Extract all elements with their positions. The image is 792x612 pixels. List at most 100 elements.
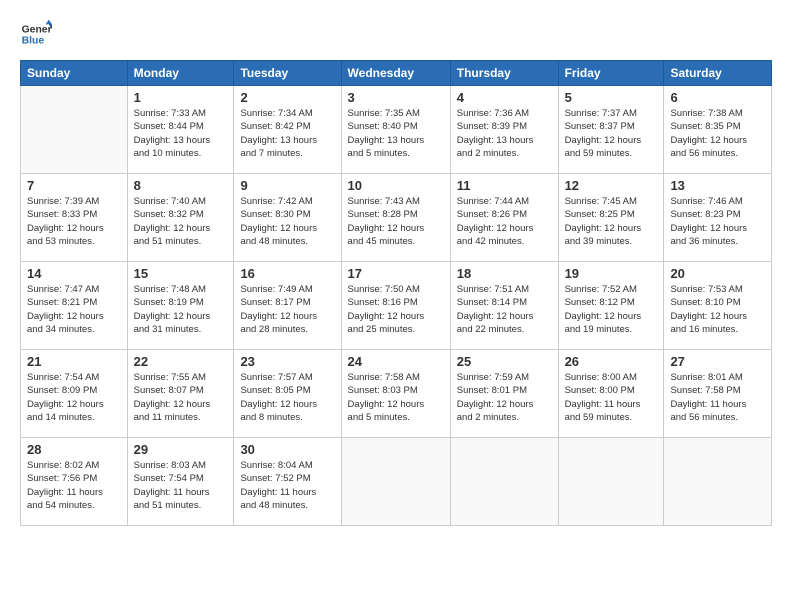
day-info: Sunrise: 8:00 AM Sunset: 8:00 PM Dayligh…	[565, 371, 658, 424]
calendar-cell: 7Sunrise: 7:39 AM Sunset: 8:33 PM Daylig…	[21, 174, 128, 262]
day-number: 13	[670, 178, 765, 193]
calendar-cell	[21, 86, 128, 174]
day-number: 28	[27, 442, 121, 457]
day-number: 20	[670, 266, 765, 281]
day-info: Sunrise: 7:44 AM Sunset: 8:26 PM Dayligh…	[457, 195, 552, 248]
day-number: 10	[348, 178, 444, 193]
calendar-week-3: 14 Sunrise: 7:47 AM Sunset: 8:21 PM Dayli…	[21, 262, 772, 350]
calendar-cell: 21 Sunrise: 7:54 AM Sunset: 8:09 PM Dayli…	[21, 350, 128, 438]
calendar-header-friday: Friday	[558, 61, 664, 86]
calendar-cell: 24 Sunrise: 7:58 AM Sunset: 8:03 PM Dayli…	[341, 350, 450, 438]
calendar-cell: 29 Sunrise: 8:03 AM Sunset: 7:54 PM Dayli…	[127, 438, 234, 526]
calendar-cell: 19Sunrise: 7:52 AM Sunset: 8:12 PM Dayli…	[558, 262, 664, 350]
day-info: Sunrise: 7:34 AM Sunset: 8:42 PM Dayligh…	[240, 107, 334, 160]
calendar-cell: 4 Sunrise: 7:36 AM Sunset: 8:39 PM Daylig…	[450, 86, 558, 174]
day-number: 11	[457, 178, 552, 193]
calendar-cell	[558, 438, 664, 526]
day-number: 1	[134, 90, 228, 105]
calendar-cell: 11 Sunrise: 7:44 AM Sunset: 8:26 PM Dayli…	[450, 174, 558, 262]
calendar-cell: 18 Sunrise: 7:51 AM Sunset: 8:14 PM Dayli…	[450, 262, 558, 350]
day-number: 26	[565, 354, 658, 369]
day-info: Sunrise: 7:53 AM Sunset: 8:10 PM Dayligh…	[670, 283, 765, 336]
calendar-cell: 9 Sunrise: 7:42 AM Sunset: 8:30 PM Daylig…	[234, 174, 341, 262]
calendar-header-thursday: Thursday	[450, 61, 558, 86]
calendar-cell: 14 Sunrise: 7:47 AM Sunset: 8:21 PM Dayli…	[21, 262, 128, 350]
calendar-cell: 8 Sunrise: 7:40 AM Sunset: 8:32 PM Daylig…	[127, 174, 234, 262]
calendar-cell	[664, 438, 772, 526]
day-number: 23	[240, 354, 334, 369]
page-header: General Blue	[20, 18, 772, 50]
calendar-cell: 15 Sunrise: 7:48 AM Sunset: 8:19 PM Dayli…	[127, 262, 234, 350]
calendar-cell	[341, 438, 450, 526]
calendar-cell: 25Sunrise: 7:59 AM Sunset: 8:01 PM Dayli…	[450, 350, 558, 438]
day-info: Sunrise: 7:48 AM Sunset: 8:19 PM Dayligh…	[134, 283, 228, 336]
day-info: Sunrise: 7:50 AM Sunset: 8:16 PM Dayligh…	[348, 283, 444, 336]
day-info: Sunrise: 7:38 AM Sunset: 8:35 PM Dayligh…	[670, 107, 765, 160]
day-info: Sunrise: 7:43 AM Sunset: 8:28 PM Dayligh…	[348, 195, 444, 248]
day-info: Sunrise: 7:58 AM Sunset: 8:03 PM Dayligh…	[348, 371, 444, 424]
day-number: 19	[565, 266, 658, 281]
day-number: 29	[134, 442, 228, 457]
day-info: Sunrise: 8:04 AM Sunset: 7:52 PM Dayligh…	[240, 459, 334, 512]
calendar-week-2: 7Sunrise: 7:39 AM Sunset: 8:33 PM Daylig…	[21, 174, 772, 262]
day-info: Sunrise: 7:40 AM Sunset: 8:32 PM Dayligh…	[134, 195, 228, 248]
logo: General Blue	[20, 18, 52, 50]
calendar-cell: 23 Sunrise: 7:57 AM Sunset: 8:05 PM Dayli…	[234, 350, 341, 438]
day-info: Sunrise: 7:59 AM Sunset: 8:01 PM Dayligh…	[457, 371, 552, 424]
day-info: Sunrise: 7:33 AM Sunset: 8:44 PM Dayligh…	[134, 107, 228, 160]
day-number: 8	[134, 178, 228, 193]
day-number: 2	[240, 90, 334, 105]
logo-icon: General Blue	[20, 18, 52, 50]
svg-text:Blue: Blue	[22, 36, 45, 47]
calendar-cell: 20 Sunrise: 7:53 AM Sunset: 8:10 PM Dayli…	[664, 262, 772, 350]
calendar-header-row: SundayMondayTuesdayWednesdayThursdayFrid…	[21, 61, 772, 86]
day-info: Sunrise: 7:36 AM Sunset: 8:39 PM Dayligh…	[457, 107, 552, 160]
day-number: 30	[240, 442, 334, 457]
day-info: Sunrise: 7:49 AM Sunset: 8:17 PM Dayligh…	[240, 283, 334, 336]
svg-text:General: General	[22, 24, 52, 35]
calendar-cell: 3 Sunrise: 7:35 AM Sunset: 8:40 PM Daylig…	[341, 86, 450, 174]
day-number: 21	[27, 354, 121, 369]
day-info: Sunrise: 8:03 AM Sunset: 7:54 PM Dayligh…	[134, 459, 228, 512]
calendar-cell: 12Sunrise: 7:45 AM Sunset: 8:25 PM Dayli…	[558, 174, 664, 262]
day-info: Sunrise: 7:54 AM Sunset: 8:09 PM Dayligh…	[27, 371, 121, 424]
calendar-header-monday: Monday	[127, 61, 234, 86]
calendar-cell: 17 Sunrise: 7:50 AM Sunset: 8:16 PM Dayli…	[341, 262, 450, 350]
calendar-cell: 5 Sunrise: 7:37 AM Sunset: 8:37 PM Daylig…	[558, 86, 664, 174]
day-info: Sunrise: 7:47 AM Sunset: 8:21 PM Dayligh…	[27, 283, 121, 336]
calendar-cell: 30 Sunrise: 8:04 AM Sunset: 7:52 PM Dayli…	[234, 438, 341, 526]
day-number: 27	[670, 354, 765, 369]
day-info: Sunrise: 8:01 AM Sunset: 7:58 PM Dayligh…	[670, 371, 765, 424]
calendar-cell: 16Sunrise: 7:49 AM Sunset: 8:17 PM Dayli…	[234, 262, 341, 350]
calendar-cell: 27 Sunrise: 8:01 AM Sunset: 7:58 PM Dayli…	[664, 350, 772, 438]
day-number: 5	[565, 90, 658, 105]
calendar-cell: 26 Sunrise: 8:00 AM Sunset: 8:00 PM Dayli…	[558, 350, 664, 438]
day-number: 9	[240, 178, 334, 193]
day-number: 4	[457, 90, 552, 105]
day-number: 17	[348, 266, 444, 281]
day-number: 15	[134, 266, 228, 281]
calendar-cell: 1 Sunrise: 7:33 AM Sunset: 8:44 PM Daylig…	[127, 86, 234, 174]
day-number: 24	[348, 354, 444, 369]
calendar-header-saturday: Saturday	[664, 61, 772, 86]
day-info: Sunrise: 7:51 AM Sunset: 8:14 PM Dayligh…	[457, 283, 552, 336]
day-info: Sunrise: 7:46 AM Sunset: 8:23 PM Dayligh…	[670, 195, 765, 248]
calendar-cell: 22Sunrise: 7:55 AM Sunset: 8:07 PM Dayli…	[127, 350, 234, 438]
day-info: Sunrise: 7:57 AM Sunset: 8:05 PM Dayligh…	[240, 371, 334, 424]
day-number: 18	[457, 266, 552, 281]
calendar-cell: 10 Sunrise: 7:43 AM Sunset: 8:28 PM Dayli…	[341, 174, 450, 262]
calendar-header-wednesday: Wednesday	[341, 61, 450, 86]
day-info: Sunrise: 7:45 AM Sunset: 8:25 PM Dayligh…	[565, 195, 658, 248]
day-number: 7	[27, 178, 121, 193]
day-info: Sunrise: 7:35 AM Sunset: 8:40 PM Dayligh…	[348, 107, 444, 160]
day-number: 14	[27, 266, 121, 281]
day-info: Sunrise: 7:37 AM Sunset: 8:37 PM Dayligh…	[565, 107, 658, 160]
day-number: 3	[348, 90, 444, 105]
calendar-cell	[450, 438, 558, 526]
calendar-week-5: 28 Sunrise: 8:02 AM Sunset: 7:56 PM Dayli…	[21, 438, 772, 526]
calendar-week-1: 1 Sunrise: 7:33 AM Sunset: 8:44 PM Daylig…	[21, 86, 772, 174]
day-info: Sunrise: 7:42 AM Sunset: 8:30 PM Dayligh…	[240, 195, 334, 248]
day-info: Sunrise: 8:02 AM Sunset: 7:56 PM Dayligh…	[27, 459, 121, 512]
day-number: 6	[670, 90, 765, 105]
calendar-cell: 13 Sunrise: 7:46 AM Sunset: 8:23 PM Dayli…	[664, 174, 772, 262]
